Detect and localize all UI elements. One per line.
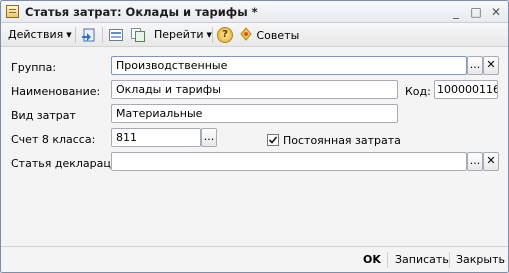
help-icon[interactable]: ?: [217, 27, 233, 43]
footer-divider: [449, 252, 450, 268]
minimize-button[interactable]: _: [447, 4, 465, 20]
close-button[interactable]: Закрыть: [456, 253, 505, 266]
cost-type-field[interactable]: Материальные: [111, 104, 398, 123]
maximize-button[interactable]: □: [467, 4, 485, 20]
actions-menu[interactable]: Действия ▼: [8, 27, 72, 43]
ok-button[interactable]: OK: [363, 253, 381, 266]
save-close-icon[interactable]: [81, 27, 97, 43]
toolbar-divider: [102, 27, 103, 43]
footer-bar: OK Записать Закрыть: [1, 246, 508, 272]
permanent-cost-label: Постоянная затрата: [283, 134, 401, 147]
copy-icon[interactable]: [130, 27, 146, 43]
checkmark-icon: [268, 136, 278, 144]
declaration-field[interactable]: [111, 152, 467, 171]
document-icon: [6, 5, 19, 18]
group-field[interactable]: Производственные: [111, 56, 467, 75]
group-label: Группа:: [11, 61, 57, 74]
permanent-cost-checkbox[interactable]: [267, 134, 279, 146]
write-button[interactable]: Записать: [395, 253, 449, 266]
account-label: Счет 8 класса:: [11, 133, 96, 146]
tips-button[interactable]: Советы: [239, 27, 299, 43]
group-select-button[interactable]: ...: [467, 56, 483, 75]
declaration-clear-button[interactable]: ✕: [483, 152, 499, 171]
toolbar-divider: [212, 27, 213, 43]
code-field[interactable]: 100000116: [434, 80, 498, 99]
cost-type-label: Вид затрат: [11, 109, 76, 122]
actions-menu-label: Действия: [8, 28, 64, 41]
name-label: Наименование:: [11, 85, 101, 98]
toolbar: Действия ▼ Перейти ▼ ? Советы: [1, 23, 508, 47]
footer-divider: [387, 252, 388, 268]
goto-menu[interactable]: Перейти ▼: [154, 27, 212, 43]
toolbar-divider: [75, 27, 76, 43]
close-window-button[interactable]: ✕: [487, 4, 505, 20]
tips-icon: [240, 27, 252, 41]
declaration-label: Статья декларац...: [11, 157, 122, 170]
goto-menu-label: Перейти: [154, 28, 204, 41]
tips-label: Советы: [256, 29, 300, 42]
account-field[interactable]: 811: [111, 128, 201, 147]
title-bar[interactable]: Статья затрат: Оклады и тарифы * _ □ ✕: [1, 1, 508, 23]
group-clear-button[interactable]: ✕: [483, 56, 499, 75]
name-field[interactable]: Оклады и тарифы: [111, 80, 398, 99]
list-icon[interactable]: [108, 27, 124, 43]
cost-item-window: Статья затрат: Оклады и тарифы * _ □ ✕ Д…: [0, 0, 509, 273]
window-title: Статья затрат: Оклады и тарифы *: [25, 5, 258, 19]
account-select-button[interactable]: ...: [201, 128, 217, 147]
code-label: Код:: [405, 85, 431, 98]
declaration-select-button[interactable]: ...: [467, 152, 483, 171]
chevron-down-icon: ▼: [66, 31, 72, 39]
